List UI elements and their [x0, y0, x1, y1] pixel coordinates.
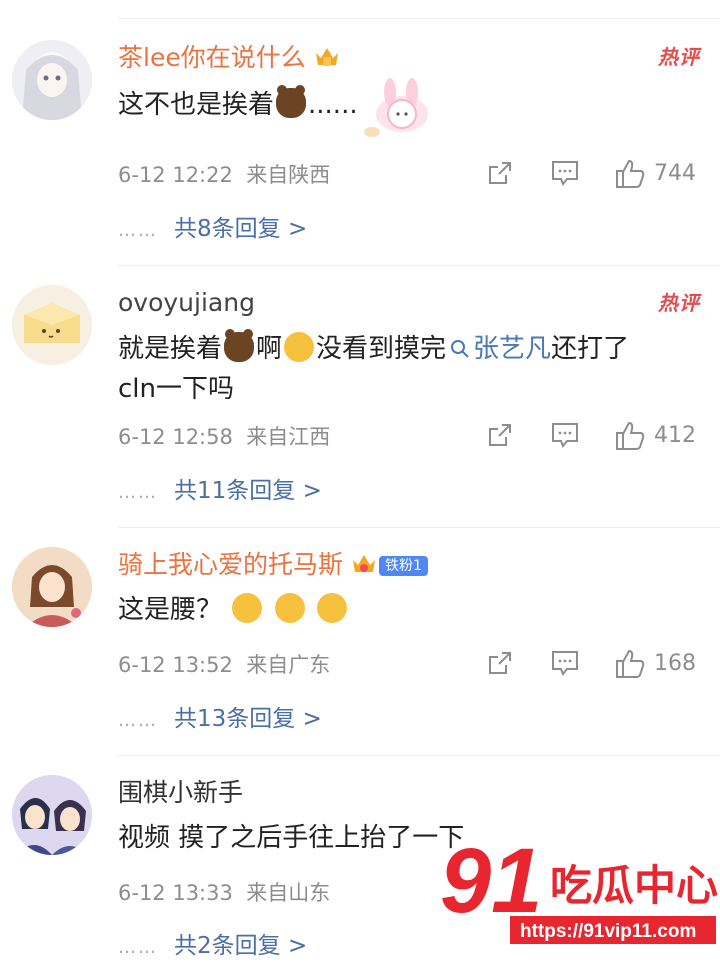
comment-actions: 412 — [486, 421, 706, 451]
view-replies-link[interactable]: …… 共11条回复 > — [118, 476, 322, 508]
divider — [118, 755, 720, 756]
comment-meta: 6-12 12:22 来自陕西 — [118, 163, 331, 187]
fan-level-badge: 铁粉1 — [379, 556, 428, 576]
avatar-image — [12, 40, 92, 120]
divider — [118, 527, 720, 528]
watermark-url: https://91vip11.com — [520, 921, 696, 942]
melody-sticker-icon — [364, 78, 428, 137]
like-button[interactable]: 412 — [614, 421, 696, 451]
vip-crown-icon — [353, 555, 376, 572]
view-replies-link[interactable]: …… 共13条回复 > — [118, 704, 322, 736]
thumbs-up-icon — [616, 159, 645, 188]
like-button[interactable]: 168 — [614, 649, 696, 679]
share-icon — [489, 162, 511, 184]
hot-comment-badge: 热评 — [658, 291, 700, 315]
site-watermark-logo: 91 吃瓜中心 https://91vip11.com — [440, 838, 718, 944]
view-replies-link[interactable]: …… 共8条回复 > — [118, 214, 307, 246]
thinking-emoji-icon — [274, 593, 305, 623]
avatar-image — [12, 285, 92, 365]
bear-emoji-icon — [276, 85, 307, 118]
thumbs-up-icon — [616, 649, 645, 678]
comment-button[interactable] — [550, 649, 580, 679]
bear-emoji-icon — [224, 329, 255, 362]
view-replies-link[interactable]: …… 共2条回复 > — [118, 931, 307, 963]
comment-meta: 6-12 13:52 来自广东 — [118, 653, 331, 677]
comment-button[interactable] — [550, 159, 580, 189]
comment-meta: 6-12 12:58 来自江西 — [118, 425, 331, 449]
search-icon — [451, 340, 469, 358]
thinking-emoji-icon — [232, 593, 263, 623]
like-button[interactable]: 744 — [614, 159, 696, 189]
vip-crown-icon — [315, 48, 338, 66]
avatar[interactable] — [12, 285, 92, 365]
share-button[interactable] — [486, 421, 514, 451]
username[interactable]: ovoyujiang — [118, 288, 255, 318]
watermark-brand: 吃瓜中心 — [550, 861, 718, 910]
comment-actions: 744 — [486, 159, 706, 189]
avatar-image — [12, 775, 92, 855]
avatar[interactable] — [12, 775, 92, 855]
comment-actions: 168 — [486, 649, 706, 679]
comment-icon — [552, 423, 578, 448]
hot-comment-badge: 热评 — [658, 45, 700, 69]
laugh-cry-emoji-icon — [284, 332, 315, 362]
share-icon — [489, 652, 511, 674]
username[interactable]: 茶lee你在说什么 — [118, 43, 340, 73]
avatar[interactable] — [12, 547, 92, 627]
username[interactable]: 骑上我心爱的托马斯 铁粉1 — [118, 550, 428, 580]
comment-icon — [552, 651, 578, 676]
avatar-image — [12, 547, 92, 627]
comment-text: 就是挨着啊没看到摸完 张艺凡还打了 cln一下吗 — [118, 329, 630, 404]
top-divider — [118, 18, 720, 19]
share-icon — [489, 424, 511, 446]
topic-link[interactable]: 张艺凡 — [446, 334, 551, 364]
share-button[interactable] — [486, 649, 514, 679]
comment-icon — [552, 161, 578, 186]
avatar[interactable] — [12, 40, 92, 120]
thinking-emoji-icon — [316, 593, 347, 623]
comment-meta: 6-12 13:33 来自山东 — [118, 881, 331, 905]
divider — [118, 265, 720, 266]
share-button[interactable] — [486, 159, 514, 189]
thumbs-up-icon — [616, 421, 645, 450]
comment-text: 这是腰？ — [118, 590, 700, 630]
username[interactable]: 围棋小新手 — [118, 778, 243, 808]
comment-button[interactable] — [550, 421, 580, 451]
